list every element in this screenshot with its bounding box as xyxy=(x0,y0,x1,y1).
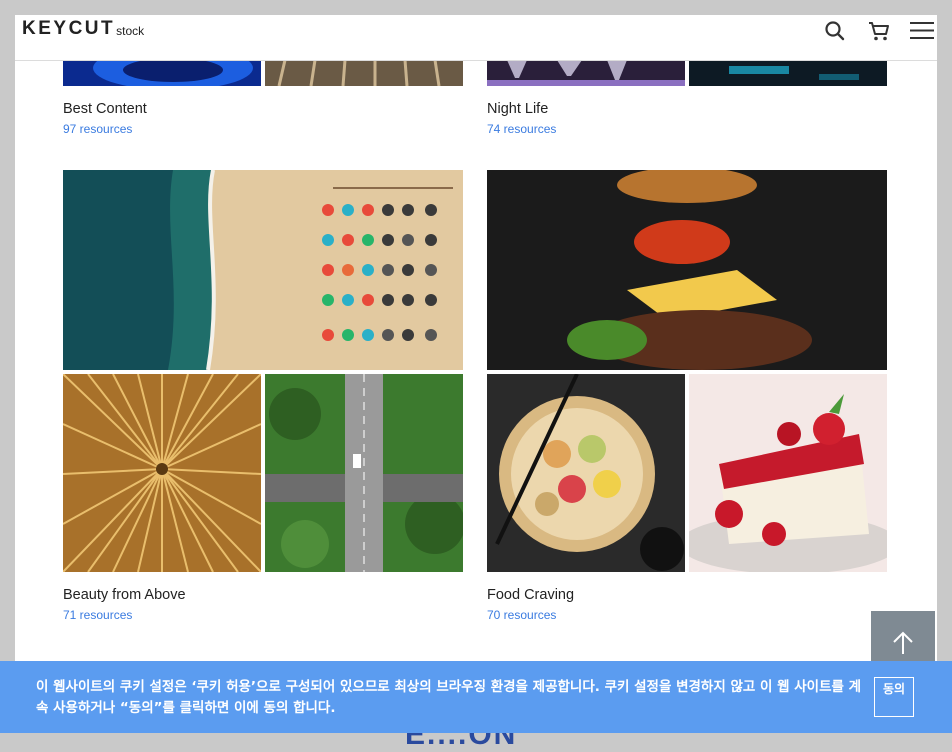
best-content-image-1[interactable] xyxy=(63,60,261,86)
logo-sub: stock xyxy=(116,24,145,38)
menu-icon[interactable] xyxy=(909,18,935,44)
collection-count: 71 resources xyxy=(63,608,133,622)
cookie-banner: 이 웹사이트의 쿠키 설정은 ‘쿠키 허용’으로 구성되어 있으므로 최상의 브… xyxy=(0,661,952,733)
search-icon[interactable] xyxy=(822,18,848,44)
page: KEYCUT stock Best Content 97 resources N… xyxy=(15,15,937,733)
beauty-from-above-image-main[interactable] xyxy=(63,170,463,370)
logo-main: KEYCUT xyxy=(22,18,116,39)
collection-title[interactable]: Best Content xyxy=(63,101,147,117)
collection-title[interactable]: Food Craving xyxy=(487,587,574,603)
collection-count: 97 resources xyxy=(63,122,133,136)
best-content-image-2[interactable] xyxy=(265,60,463,86)
collection-count: 70 resources xyxy=(487,608,557,622)
site-header: KEYCUT stock xyxy=(15,15,937,61)
food-craving-image-main[interactable] xyxy=(487,170,887,370)
beauty-from-above-image-2[interactable] xyxy=(63,374,261,572)
cookie-agree-button[interactable]: 동의 xyxy=(874,677,914,717)
night-life-image-1[interactable] xyxy=(487,60,685,86)
arrow-up-icon xyxy=(893,631,913,654)
food-craving-image-3[interactable] xyxy=(689,374,887,572)
collection-title[interactable]: Night Life xyxy=(487,101,548,117)
beauty-from-above-image-3[interactable] xyxy=(265,374,463,572)
logo[interactable]: KEYCUT stock xyxy=(22,16,144,40)
night-life-image-2[interactable] xyxy=(689,60,887,86)
cookie-text: 이 웹사이트의 쿠키 설정은 ‘쿠키 허용’으로 구성되어 있으므로 최상의 브… xyxy=(36,679,862,716)
collection-title[interactable]: Beauty from Above xyxy=(63,587,186,603)
food-craving-image-2[interactable] xyxy=(487,374,685,572)
cart-icon[interactable] xyxy=(866,18,892,44)
collection-count: 74 resources xyxy=(487,122,557,136)
